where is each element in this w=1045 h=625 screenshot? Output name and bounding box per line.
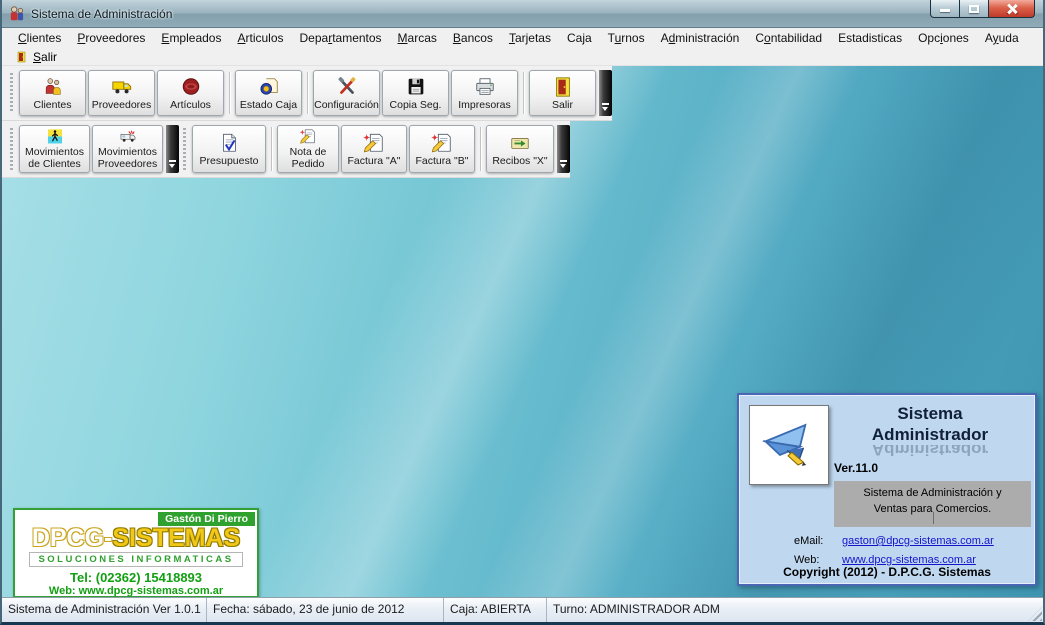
cash-status-icon [258,76,280,98]
description-tick [933,512,934,524]
status-bar: Sistema de Administración Ver 1.0.1 Fech… [2,597,1043,622]
menu-item-opciones[interactable]: Opciones [910,29,977,47]
toolbar-grip[interactable] [10,128,13,170]
vendor-subtitle: SOLUCIONES INFORMATICAS [29,552,243,567]
menu-item-ayuda[interactable]: Ayuda [977,29,1027,47]
menu-item-proveedores[interactable]: Proveedores [69,29,153,47]
window-title: Sistema de Administración [31,7,172,21]
status-turno: Turno: ADMINISTRADOR ADM [547,598,1043,622]
toolbar-button-factura-a[interactable]: Factura "A" [341,125,407,173]
menu-item-contabilidad[interactable]: Contabilidad [747,29,830,47]
invoice-a-icon [363,132,385,154]
about-email-row: eMail: gaston@dpcg-sistemas.com.ar [794,535,994,547]
menu-item-clientes[interactable]: Clientes [10,29,69,47]
menu-item-turnos[interactable]: Turnos [600,29,653,47]
toolbar-button-proveedores[interactable]: Proveedores [88,70,155,116]
desktop-area: Clientes Proveedores Artículos Estado Ca… [2,66,1043,597]
caption-buttons [930,0,1035,18]
toolbar-overflow-chevron[interactable] [557,125,570,173]
exit-door-icon [552,76,574,98]
app-icon [8,5,26,23]
toolbar-separator [307,72,308,114]
menu-item-articulos[interactable]: Articulos [229,29,291,47]
clients-icon [42,76,64,98]
status-version: Sistema de Administración Ver 1.0.1 [2,598,207,622]
supplier-movements-icon [117,128,139,145]
menu-item-empleados[interactable]: Empleados [153,29,229,47]
close-button[interactable] [989,0,1035,18]
toolbar-separator [523,72,524,114]
about-copyright: Copyright (2012) - D.P.C.G. Sistemas [739,565,1035,579]
title-bar: Sistema de Administración [2,0,1043,28]
status-date: Fecha: sábado, 23 de junio de 2012 [207,598,444,622]
menu-item-tarjetas[interactable]: Tarjetas [501,29,559,47]
printer-icon [474,76,496,98]
toolbar-grip[interactable] [183,128,186,170]
toolbar-separator [271,127,272,171]
status-caja: Caja: ABIERTA [444,598,547,622]
minimize-icon [940,9,950,12]
toolbar-main: Clientes Proveedores Artículos Estado Ca… [2,66,612,121]
about-title: SistemaAdministrador [831,403,1029,446]
toolbar-separator [229,72,230,114]
toolbar-secondary: Movimientosde Clientes MovimientosProvee… [2,121,570,178]
backup-floppy-icon [405,76,427,98]
toolbar-separator [480,127,481,171]
menu-bar-secondary: Salir [2,48,1043,66]
toolbar-button-configuracion[interactable]: Configuración [313,70,380,116]
menu-item-caja[interactable]: Caja [559,29,600,47]
toolbar-button-copia-seg[interactable]: Copia Seg. [382,70,449,116]
email-link[interactable]: gaston@dpcg-sistemas.com.ar [842,535,994,547]
client-movements-icon [44,128,66,145]
about-version: Ver.11.0 [834,461,878,475]
toolbar-button-articulos[interactable]: Artículos [157,70,224,116]
toolbar-button-impresoras[interactable]: Impresoras [451,70,518,116]
settings-tools-icon [336,76,358,98]
maximize-button[interactable] [960,0,989,18]
maximize-icon [969,5,979,13]
suppliers-truck-icon [111,76,133,98]
articles-seal-icon [180,76,202,98]
menu-item-bancos[interactable]: Bancos [445,29,501,47]
toolbar-button-recibos-x[interactable]: Recibos "X" [486,125,554,173]
invoice-b-icon [431,132,453,154]
vendor-logo: Gastón Di Pierro DPCG-SISTEMAS SOLUCIONE… [13,508,259,597]
toolbar-overflow-chevron[interactable] [599,70,612,116]
toolbar-button-nota-pedido[interactable]: Nota dePedido [277,125,339,173]
toolbar-button-movimientos-clientes[interactable]: Movimientosde Clientes [19,125,90,173]
menu-item-salir[interactable]: Salir [10,49,63,65]
about-panel: SistemaAdministrador Administrador Ver.1… [737,393,1037,586]
toolbar-grip[interactable] [10,73,13,113]
about-icon-box [749,405,829,485]
exit-door-icon [16,50,28,64]
menu-item-administracion[interactable]: Administración [653,29,748,47]
app-about-icon [760,416,818,474]
vendor-phone: Tel: (02362) 15418893 [15,570,257,585]
app-window: Sistema de Administración Clientes Prove… [0,0,1045,625]
toolbar-button-salir[interactable]: Salir [529,70,596,116]
order-note-icon [297,128,319,145]
email-label: eMail: [794,535,834,547]
minimize-button[interactable] [930,0,960,18]
vendor-owner-badge: Gastón Di Pierro [158,512,255,526]
receipts-icon [509,132,531,154]
budget-check-icon [218,132,240,154]
menu-item-departamentos[interactable]: Departamentos [292,29,390,47]
menu-item-estadisticas[interactable]: Estadisticas [830,29,910,47]
about-title-reflection: Administrador [831,445,1029,459]
toolbar-button-presupuesto[interactable]: Presupuesto [192,125,266,173]
about-description: Sistema de Administración y Ventas para … [834,481,1031,527]
close-icon [1006,3,1018,15]
vendor-brand: DPCG-SISTEMAS [15,526,257,551]
menu-item-marcas[interactable]: Marcas [390,29,445,47]
vendor-website: Web: www.dpcg-sistemas.com.ar [15,585,257,597]
toolbar-button-estado-caja[interactable]: Estado Caja [235,70,302,116]
menu-bar: Clientes Proveedores Empleados Articulos… [2,28,1043,48]
toolbar-button-clientes[interactable]: Clientes [19,70,86,116]
toolbar-button-movimientos-proveedores[interactable]: MovimientosProveedores [92,125,163,173]
toolbar-button-factura-b[interactable]: Factura "B" [409,125,475,173]
toolbar-overflow-chevron[interactable] [166,125,179,173]
